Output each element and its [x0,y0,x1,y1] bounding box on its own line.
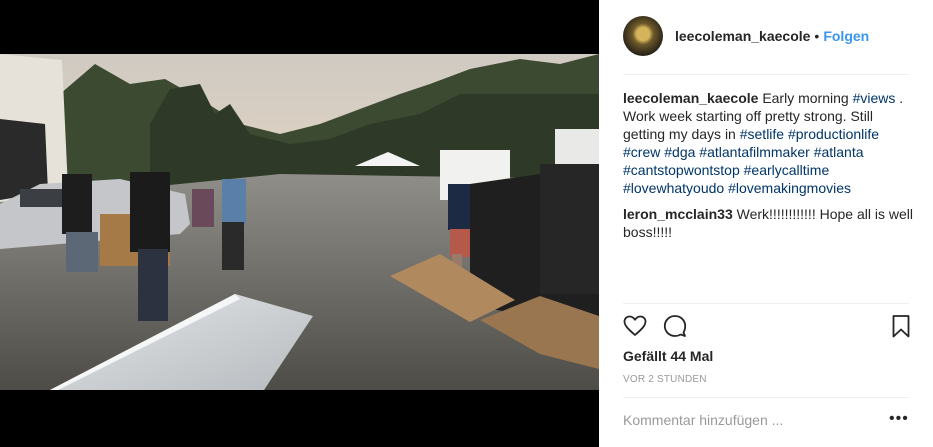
action-bar [623,312,911,342]
post-photo[interactable] [0,54,599,390]
likes-count[interactable]: Gefällt 44 Mal [623,348,713,364]
hashtag-link[interactable]: #crew [623,144,660,160]
header-divider [623,74,909,75]
header-separator: • [814,28,820,44]
post-timestamp[interactable]: VOR 2 STUNDEN [623,374,707,385]
bookmark-icon[interactable] [889,314,913,338]
caption: leecoleman_kaecole Early morning #views … [623,89,913,197]
post-sidebar: leecoleman_kaecole • Folgen leecoleman_k… [599,0,933,447]
header-username[interactable]: leecoleman_kaecole [675,28,810,44]
caption-username[interactable]: leecoleman_kaecole [623,90,758,106]
hashtag-link[interactable]: #cantstopwontstop [623,162,740,178]
comment-item: leron_mcclain33 Werk!!!!!!!!!!!! Hope al… [623,205,913,241]
actions-divider [623,303,909,304]
hashtag-link[interactable]: #atlantafilmmaker [699,144,810,160]
caption-fragment: Early morning [762,90,853,106]
avatar[interactable] [623,16,663,56]
heart-icon[interactable] [623,314,647,338]
more-options-icon[interactable]: ••• [889,410,909,428]
post-header: leecoleman_kaecole • Folgen [623,16,869,56]
hashtag-link[interactable]: #lovewhatyoudo [623,180,724,196]
add-comment-input[interactable]: Kommentar hinzufügen ... [623,412,783,428]
comments-section: leecoleman_kaecole Early morning #views … [623,89,913,249]
follow-button[interactable]: Folgen [823,28,869,44]
hashtag-link[interactable]: #setlife [740,126,784,142]
hashtag-link[interactable]: #earlycalltime [744,162,830,178]
comment-username[interactable]: leron_mcclain33 [623,206,733,222]
hashtag-link[interactable]: #productionlife [788,126,879,142]
hashtag-link[interactable]: #views [853,90,896,106]
post-media [0,0,599,447]
hashtag-link[interactable]: #atlanta [814,144,864,160]
comment-divider [623,397,909,398]
hashtag-link[interactable]: #dga [664,144,695,160]
comment-icon[interactable] [663,314,687,338]
hashtag-link[interactable]: #lovemakingmovies [728,180,851,196]
